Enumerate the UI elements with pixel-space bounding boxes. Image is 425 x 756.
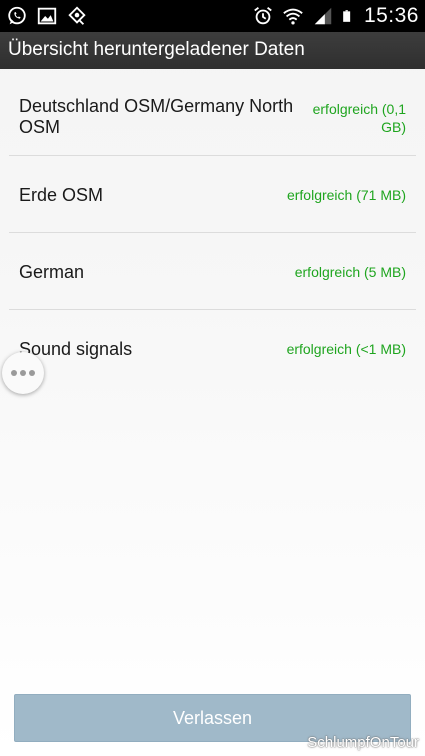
item-status: erfolgreich (71 MB) [286, 187, 406, 203]
dot-icon [20, 370, 26, 376]
title-bar: Übersicht heruntergeladener Daten [0, 32, 425, 69]
list-item[interactable]: German erfolgreich (5 MB) [9, 233, 416, 310]
notification-icons [6, 4, 88, 28]
item-status: erfolgreich (<1 MB) [286, 341, 406, 357]
floating-menu-handle[interactable] [2, 352, 44, 394]
status-bar: 15:36 [0, 0, 425, 32]
alarm-icon [254, 7, 272, 25]
whatsapp-icon [8, 6, 26, 25]
item-status: erfolgreich (0,1 GB) [312, 101, 406, 135]
dot-icon [11, 370, 17, 376]
download-list: Deutschland OSM/Germany North OSM erfolg… [9, 69, 416, 386]
gallery-icon [37, 7, 57, 25]
item-name: Deutschland OSM/Germany North OSM [19, 96, 294, 137]
location-app-icon [68, 6, 86, 25]
item-name: Erde OSM [19, 185, 104, 205]
dot-icon [29, 370, 35, 376]
signal-icon [314, 7, 332, 25]
clock: 15:36 [363, 4, 419, 27]
list-item[interactable]: Erde OSM erfolgreich (71 MB) [9, 156, 416, 233]
page-title: Übersicht heruntergeladener Daten [8, 39, 305, 60]
item-name: German [19, 262, 85, 282]
list-item[interactable]: Deutschland OSM/Germany North OSM erfolg… [9, 69, 416, 156]
watermark: SchlumpfOnTour [307, 734, 419, 751]
system-icons: 15:36 [252, 2, 419, 30]
battery-icon [343, 10, 351, 22]
list-item[interactable]: Sound signals erfolgreich (<1 MB) [9, 310, 416, 386]
item-status: erfolgreich (5 MB) [294, 264, 406, 280]
wifi-icon [283, 8, 303, 25]
